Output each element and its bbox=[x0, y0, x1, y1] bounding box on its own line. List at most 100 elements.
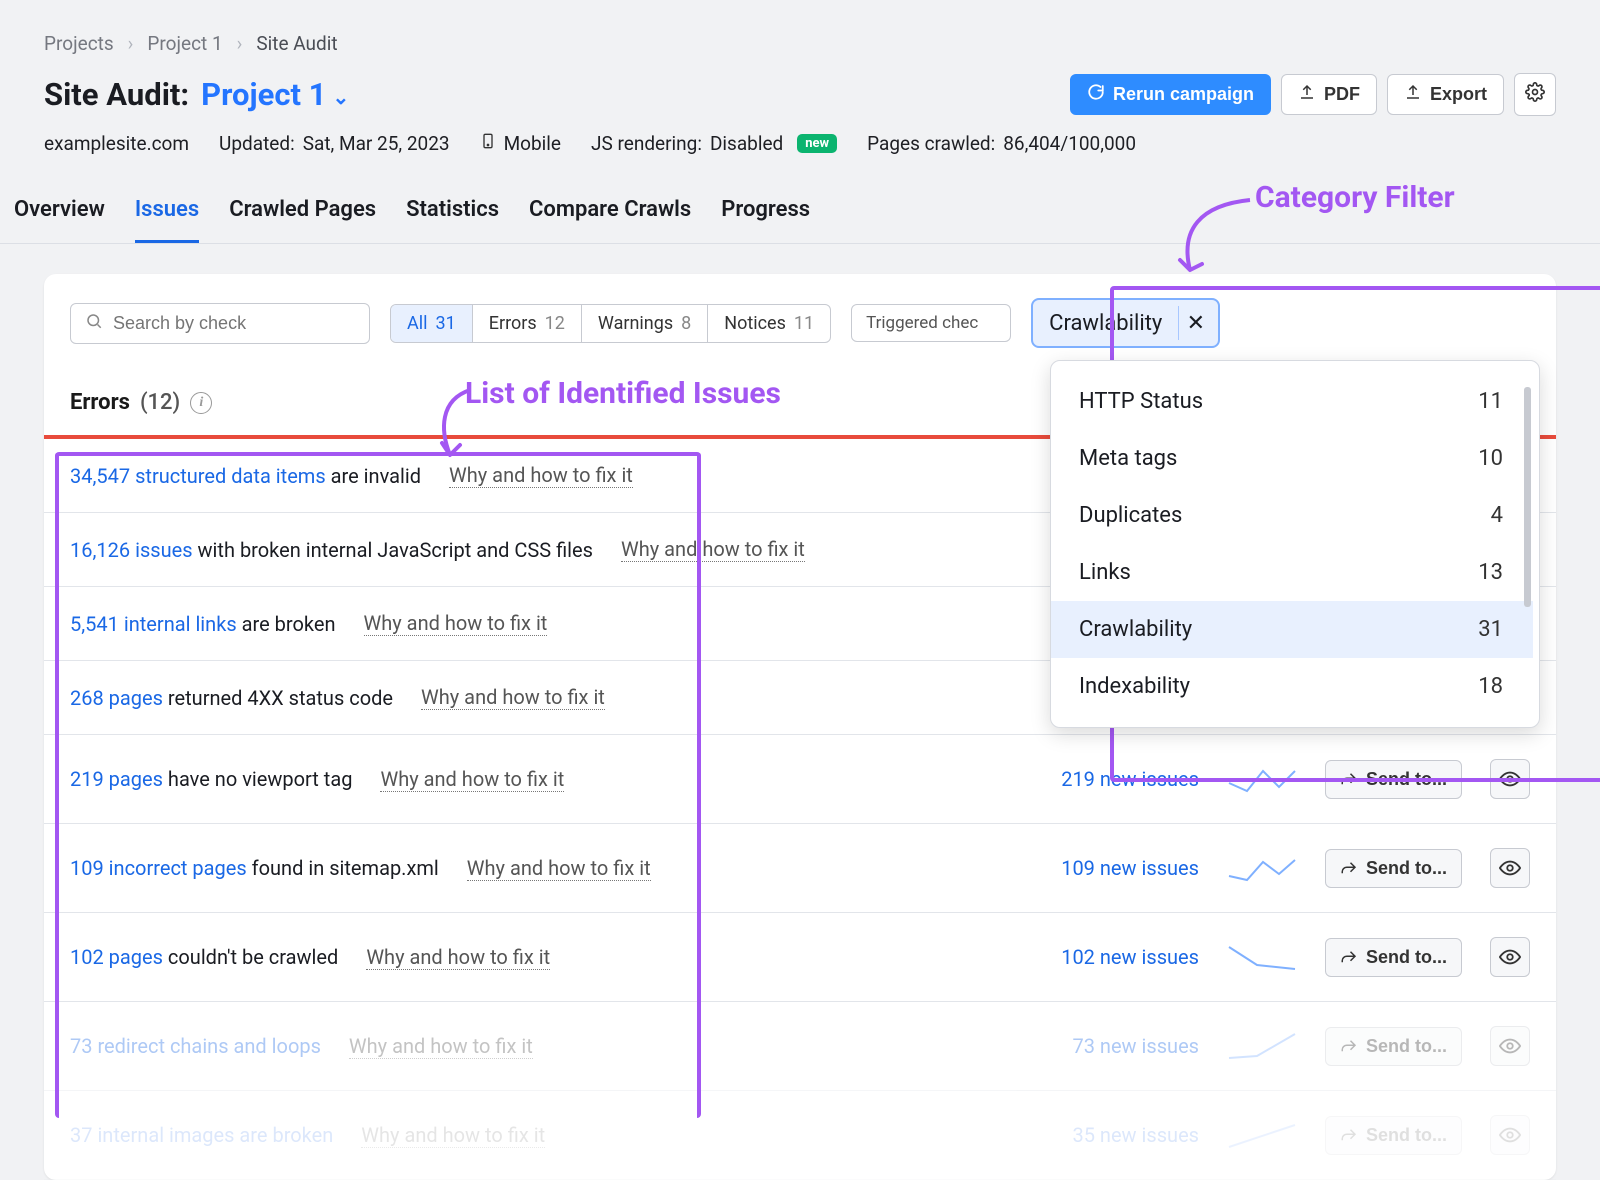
js-value: Disabled bbox=[710, 132, 783, 155]
issue-desc: 37 internal images are broken Why and ho… bbox=[70, 1123, 971, 1148]
tab-statistics[interactable]: Statistics bbox=[406, 181, 499, 243]
send-to-label: Send to... bbox=[1366, 769, 1447, 790]
issue-link[interactable]: 37 internal images are broken bbox=[70, 1123, 333, 1147]
export-button[interactable]: Export bbox=[1387, 74, 1504, 115]
category-select[interactable]: Crawlability ✕ bbox=[1031, 298, 1220, 348]
new-issues-link[interactable]: 73 new issues bbox=[999, 1034, 1199, 1058]
why-fix-link[interactable]: Why and how to fix it bbox=[467, 856, 651, 881]
seg-warnings-label: Warnings bbox=[598, 313, 673, 334]
issue-text: found in sitemap.xml bbox=[252, 856, 439, 880]
issue-link[interactable]: 268 pages bbox=[70, 686, 163, 710]
category-option[interactable]: HTTP Status11 bbox=[1051, 373, 1533, 430]
send-to-button[interactable]: Send to... bbox=[1325, 938, 1462, 977]
seg-notices[interactable]: Notices 11 bbox=[708, 305, 830, 342]
tab-progress[interactable]: Progress bbox=[721, 181, 810, 243]
why-fix-link[interactable]: Why and how to fix it bbox=[361, 1123, 545, 1148]
tab-issues[interactable]: Issues bbox=[135, 181, 199, 243]
breadcrumb: Projects › Project 1 › Site Audit bbox=[0, 0, 1600, 65]
sparkline-icon bbox=[1227, 1030, 1297, 1062]
send-to-button[interactable]: Send to... bbox=[1325, 1116, 1462, 1155]
category-option-label: Duplicates bbox=[1079, 503, 1182, 528]
issue-text: couldn't be crawled bbox=[168, 945, 338, 969]
search-field[interactable] bbox=[113, 313, 355, 334]
send-to-button[interactable]: Send to... bbox=[1325, 760, 1462, 799]
hide-button[interactable] bbox=[1490, 1026, 1530, 1066]
category-option[interactable]: Links13 bbox=[1051, 544, 1533, 601]
severity-segments: All 31 Errors 12 Warnings 8 Notices 11 bbox=[390, 304, 831, 343]
mobile-icon bbox=[480, 130, 496, 157]
pdf-button[interactable]: PDF bbox=[1281, 74, 1377, 115]
export-label: Export bbox=[1430, 84, 1487, 105]
project-selector[interactable]: Project 1 ⌄ bbox=[201, 76, 349, 113]
why-fix-link[interactable]: Why and how to fix it bbox=[380, 767, 564, 792]
category-select-wrap: Crawlability ✕ bbox=[1031, 298, 1220, 348]
tab-overview[interactable]: Overview bbox=[14, 181, 105, 243]
why-fix-link[interactable]: Why and how to fix it bbox=[366, 945, 550, 970]
send-to-label: Send to... bbox=[1366, 1036, 1447, 1057]
why-fix-link[interactable]: Why and how to fix it bbox=[449, 463, 633, 488]
category-option-label: Meta tags bbox=[1079, 446, 1177, 471]
crumb-project[interactable]: Project 1 bbox=[147, 32, 222, 55]
issue-link[interactable]: 34,547 structured data items bbox=[70, 464, 326, 488]
send-to-button[interactable]: Send to... bbox=[1325, 1027, 1462, 1066]
rerun-button[interactable]: Rerun campaign bbox=[1070, 74, 1271, 115]
info-icon[interactable]: i bbox=[190, 392, 212, 414]
issue-link[interactable]: 102 pages bbox=[70, 945, 163, 969]
new-issues-link[interactable]: 219 new issues bbox=[999, 767, 1199, 791]
issue-row: 219 pages have no viewport tag Why and h… bbox=[44, 735, 1556, 824]
updated-meta: Updated: Sat, Mar 25, 2023 bbox=[219, 132, 450, 155]
issue-link[interactable]: 109 incorrect pages bbox=[70, 856, 247, 880]
chevron-right-icon: › bbox=[128, 32, 134, 55]
search-icon bbox=[85, 312, 103, 335]
upload-icon bbox=[1404, 83, 1422, 106]
meta-row: examplesite.com Updated: Sat, Mar 25, 20… bbox=[0, 116, 1600, 181]
share-icon bbox=[1340, 1126, 1358, 1144]
category-option[interactable]: Meta tags10 bbox=[1051, 430, 1533, 487]
triggered-select[interactable]: Triggered chec bbox=[851, 304, 1011, 342]
eye-icon bbox=[1499, 768, 1521, 790]
hide-button[interactable] bbox=[1490, 848, 1530, 888]
domain-label: examplesite.com bbox=[44, 132, 189, 155]
close-icon[interactable]: ✕ bbox=[1178, 306, 1212, 340]
hide-button[interactable] bbox=[1490, 937, 1530, 977]
seg-errors[interactable]: Errors 12 bbox=[473, 305, 582, 342]
issue-link[interactable]: 16,126 issues bbox=[70, 538, 193, 562]
issue-link[interactable]: 219 pages bbox=[70, 767, 163, 791]
category-option[interactable]: Crawlability31 bbox=[1051, 601, 1533, 658]
new-issues-link[interactable]: 109 new issues bbox=[999, 856, 1199, 880]
pdf-label: PDF bbox=[1324, 84, 1360, 105]
crawled-meta: Pages crawled: 86,404/100,000 bbox=[867, 132, 1136, 155]
crumb-projects[interactable]: Projects bbox=[44, 32, 114, 55]
share-icon bbox=[1340, 770, 1358, 788]
hide-button[interactable] bbox=[1490, 1115, 1530, 1155]
issue-text: are broken bbox=[242, 612, 336, 636]
new-issues-link[interactable]: 35 new issues bbox=[999, 1123, 1199, 1147]
hide-button[interactable] bbox=[1490, 759, 1530, 799]
issue-link[interactable]: 5,541 internal links bbox=[70, 612, 237, 636]
why-fix-link[interactable]: Why and how to fix it bbox=[364, 611, 548, 636]
category-option[interactable]: Duplicates4 bbox=[1051, 487, 1533, 544]
search-input[interactable] bbox=[70, 303, 370, 344]
seg-warnings[interactable]: Warnings 8 bbox=[582, 305, 708, 342]
updated-label: Updated: bbox=[219, 132, 295, 155]
tab-crawled-pages[interactable]: Crawled Pages bbox=[229, 181, 376, 243]
new-issues-link[interactable]: 102 new issues bbox=[999, 945, 1199, 969]
why-fix-link[interactable]: Why and how to fix it bbox=[621, 537, 805, 562]
send-to-label: Send to... bbox=[1366, 858, 1447, 879]
category-option[interactable]: Indexability18 bbox=[1051, 658, 1533, 715]
seg-warnings-count: 8 bbox=[681, 313, 691, 334]
issue-link[interactable]: 73 redirect chains and loops bbox=[70, 1034, 321, 1058]
why-fix-link[interactable]: Why and how to fix it bbox=[349, 1034, 533, 1059]
seg-all[interactable]: All 31 bbox=[391, 305, 473, 342]
refresh-icon bbox=[1087, 83, 1105, 106]
tabs: Overview Issues Crawled Pages Statistics… bbox=[0, 181, 1600, 244]
why-fix-link[interactable]: Why and how to fix it bbox=[421, 685, 605, 710]
chevron-down-icon: ⌄ bbox=[332, 85, 349, 109]
send-to-button[interactable]: Send to... bbox=[1325, 849, 1462, 888]
settings-button[interactable] bbox=[1514, 73, 1556, 116]
crumb-current: Site Audit bbox=[256, 32, 337, 55]
page-header: Site Audit: Project 1 ⌄ Rerun campaign P… bbox=[0, 65, 1600, 116]
share-icon bbox=[1340, 1037, 1358, 1055]
seg-all-label: All bbox=[407, 313, 428, 334]
tab-compare-crawls[interactable]: Compare Crawls bbox=[529, 181, 691, 243]
